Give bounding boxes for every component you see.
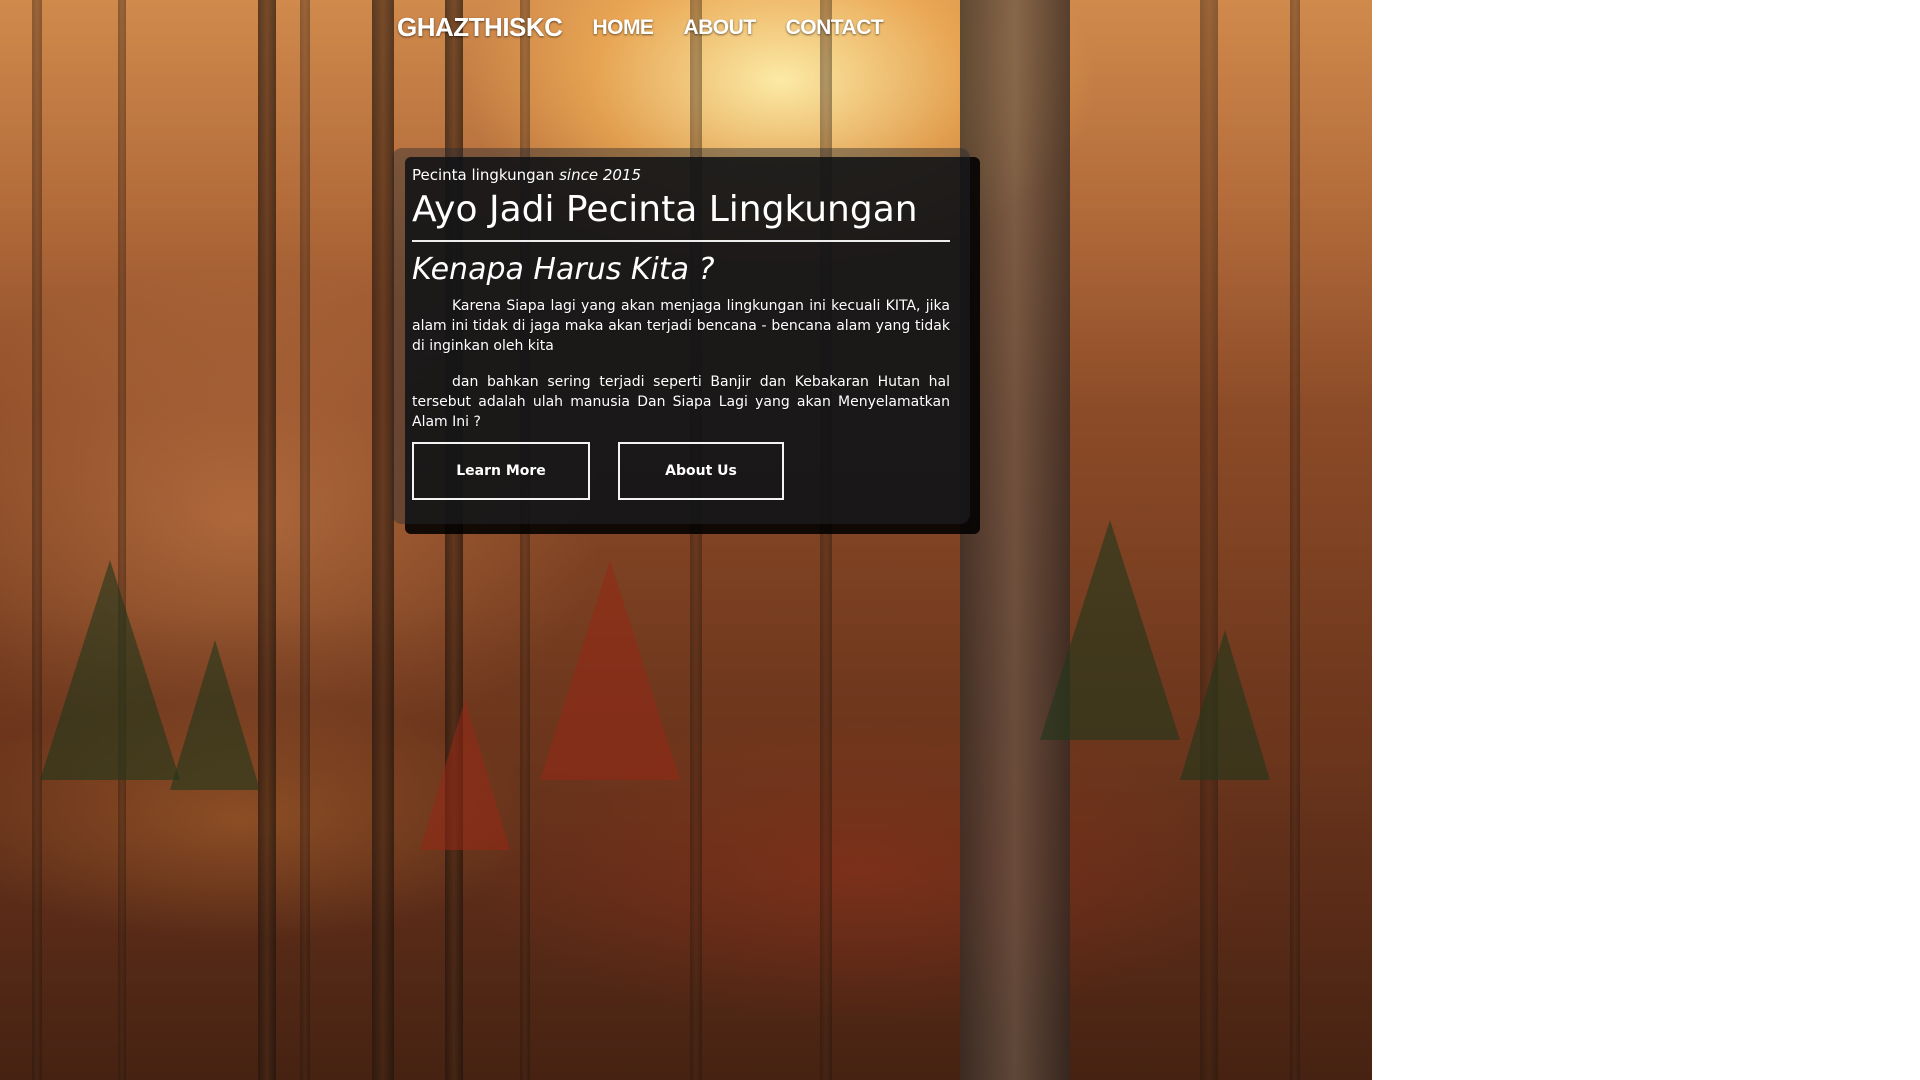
autumn-tree-shape (540, 560, 680, 780)
pine-tree-shape (40, 560, 180, 780)
hero-paragraph-2: dan bahkan sering terjadi seperti Banjir… (412, 374, 950, 430)
brand-logo-text[interactable]: GHAZTHISKC (397, 12, 563, 43)
hero-tagline: Pecinta lingkungan since 2015 (412, 166, 950, 184)
hero-tagline-prefix: Pecinta lingkungan (412, 166, 560, 184)
nav-link-about[interactable]: ABOUT (683, 16, 756, 40)
pine-tree-shape (1180, 630, 1270, 780)
autumn-tree-shape (420, 700, 510, 850)
nav-link-contact[interactable]: CONTACT (786, 16, 884, 40)
nav-link-home[interactable]: HOME (592, 16, 654, 40)
top-navigation: GHAZTHISKC HOME ABOUT CONTACT (397, 12, 884, 43)
about-us-button[interactable]: About Us (618, 442, 784, 500)
tree-trunk (372, 0, 394, 1080)
hero-subtitle: Kenapa Harus Kita ? (412, 252, 715, 287)
learn-more-button[interactable]: Learn More (412, 442, 590, 500)
hero-tagline-since: since 2015 (559, 166, 642, 184)
tree-trunk (300, 0, 310, 1080)
hero-title: Ayo Jadi Pecinta Lingkungan (412, 189, 918, 230)
tree-trunk (1200, 0, 1218, 1080)
pine-tree-shape (170, 640, 260, 790)
hero-card: Pecinta lingkungan since 2015 Ayo Jadi P… (392, 148, 970, 524)
hero-divider (412, 240, 950, 242)
tree-trunk (1290, 0, 1300, 1080)
pine-tree-shape (1040, 520, 1180, 740)
tree-trunk (118, 0, 126, 1080)
hero-actions: Learn More About Us (412, 442, 784, 500)
tree-trunk (258, 0, 276, 1080)
hero-paragraph-1: Karena Siapa lagi yang akan menjaga ling… (412, 298, 950, 354)
tree-trunk (32, 0, 42, 1080)
